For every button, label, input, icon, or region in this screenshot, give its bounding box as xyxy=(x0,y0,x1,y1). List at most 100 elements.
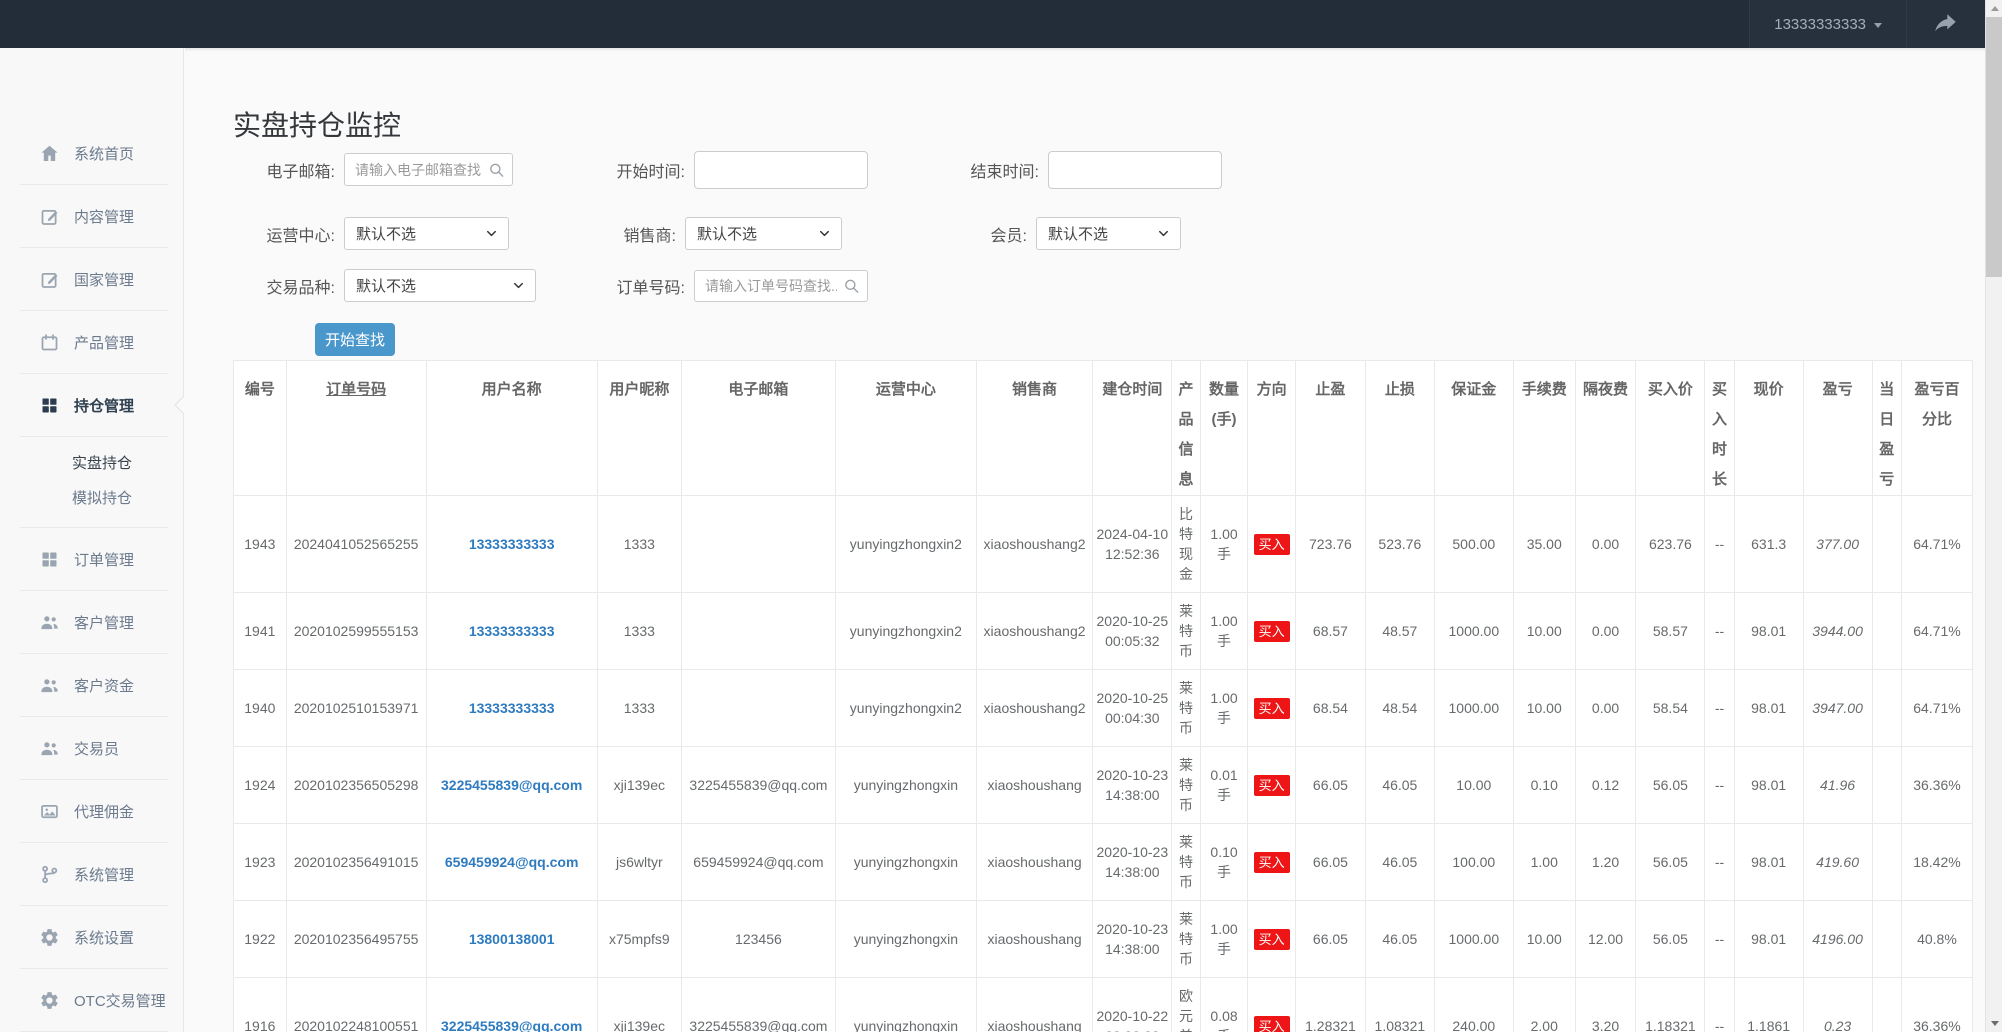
table-cell: 1333 xyxy=(597,670,681,747)
table-cell: 12.00 xyxy=(1575,901,1636,978)
table-cell: 1.00 手 xyxy=(1200,670,1248,747)
table-cell: 1943 xyxy=(234,496,287,593)
table-cell: 64.71% xyxy=(1901,670,1972,747)
sidebar-item-funds[interactable]: 客户资金 xyxy=(20,654,168,717)
table-cell: x75mpfs9 xyxy=(597,901,681,978)
pnl-value: 3947.00 xyxy=(1812,700,1863,716)
table-cell: 1.00 手 xyxy=(1200,593,1248,670)
table-cell: 623.76 xyxy=(1636,496,1705,593)
table-cell: yunyingzhongxin xyxy=(835,978,976,1032)
order-number-label: 订单号码: xyxy=(617,274,685,298)
sidebar-item-commission[interactable]: 代理佣金 xyxy=(20,780,168,843)
table-cell: 莱特币 xyxy=(1172,593,1200,670)
sidebar-item-label: OTC交易管理 xyxy=(74,990,166,1011)
col-header-9: 数量(手) xyxy=(1200,361,1248,496)
sidebar-item-label: 系统首页 xyxy=(74,143,134,164)
sortable-header[interactable]: 订单号码 xyxy=(326,381,386,398)
table-cell xyxy=(681,593,835,670)
user-account-dropdown[interactable]: 13333333333 xyxy=(1749,0,1907,48)
positions-table: 编号订单号码用户名称用户昵称电子邮箱运营中心销售商建仓时间产品信息数量(手)方向… xyxy=(233,360,1973,1032)
table-cell: 比特现金 xyxy=(1172,496,1200,593)
table-cell: 0.00 xyxy=(1575,496,1636,593)
user-link[interactable]: 659459924@qq.com xyxy=(445,854,579,870)
order-number-input[interactable] xyxy=(694,270,868,302)
table-row: 19232020102356491015659459924@qq.comjs6w… xyxy=(234,824,1973,901)
user-link[interactable]: 13333333333 xyxy=(469,700,555,716)
col-header-7: 建仓时间 xyxy=(1093,361,1172,496)
col-header-2: 用户名称 xyxy=(426,361,597,496)
table-cell: 1.00 xyxy=(1513,824,1575,901)
scroll-down-button[interactable] xyxy=(1986,1015,2002,1032)
table-cell: 2020102510153971 xyxy=(286,670,426,747)
member-select[interactable]: 默认不选 xyxy=(1036,217,1181,250)
user-link[interactable]: 13800138001 xyxy=(469,931,555,947)
sidebar-item-label: 产品管理 xyxy=(74,332,134,353)
table-row: 191620201022481005513225455839@qq.comxji… xyxy=(234,978,1973,1032)
scrollbar-thumb[interactable] xyxy=(1986,17,2002,277)
seller-select[interactable]: 默认不选 xyxy=(685,217,842,250)
sidebar-item-otc[interactable]: OTC交易管理 xyxy=(20,969,168,1032)
search-icon xyxy=(843,278,860,295)
table-cell: 1.08321 xyxy=(1365,978,1434,1032)
table-cell: 659459924@qq.com xyxy=(681,824,835,901)
sidebar-item-system[interactable]: 系统管理 xyxy=(20,843,168,906)
sidebar-item-home[interactable]: 系统首页 xyxy=(20,122,168,185)
share-arrow-icon xyxy=(1933,11,1959,37)
scroll-up-button[interactable] xyxy=(1986,0,2002,17)
table-cell: 64.71% xyxy=(1901,593,1972,670)
table-row: 19432024041052565255133333333331333yunyi… xyxy=(234,496,1973,593)
pnl-value: 0.23 xyxy=(1824,1018,1851,1032)
table-cell: 98.01 xyxy=(1734,824,1803,901)
vertical-scrollbar[interactable] xyxy=(1985,0,2002,1032)
sidebar-item-country[interactable]: 国家管理 xyxy=(20,248,168,311)
chevron-down-icon xyxy=(511,278,526,293)
sidebar-item-settings[interactable]: 系统设置 xyxy=(20,906,168,969)
user-link[interactable]: 13333333333 xyxy=(469,623,555,639)
table-cell: 0.10 xyxy=(1513,747,1575,824)
user-link[interactable]: 3225455839@qq.com xyxy=(441,777,582,793)
sidebar-item-customers[interactable]: 客户管理 xyxy=(20,591,168,654)
table-cell: 4196.00 xyxy=(1803,901,1872,978)
grid-icon xyxy=(38,548,60,570)
sidebar-item-label: 系统设置 xyxy=(74,927,134,948)
table-cell: 2020102356505298 xyxy=(286,747,426,824)
search-button[interactable]: 开始查找 xyxy=(315,323,395,356)
table-cell: 723.76 xyxy=(1295,496,1365,593)
col-header-11: 止盈 xyxy=(1295,361,1365,496)
operation-center-select[interactable]: 默认不选 xyxy=(344,217,509,250)
table-cell: 3225455839@qq.com xyxy=(681,978,835,1032)
table-cell: xji139ec xyxy=(597,747,681,824)
table-cell: 2024-04-10 12:52:36 xyxy=(1093,496,1172,593)
sidebar-item-content[interactable]: 内容管理 xyxy=(20,185,168,248)
table-cell: 买入 xyxy=(1248,496,1296,593)
direction-buy-badge: 买入 xyxy=(1254,1016,1290,1032)
start-time-input[interactable] xyxy=(694,151,868,189)
table-cell: 98.01 xyxy=(1734,593,1803,670)
table-cell: yunyingzhongxin2 xyxy=(835,593,976,670)
table-cell: 68.54 xyxy=(1295,670,1365,747)
trade-variety-select[interactable]: 默认不选 xyxy=(344,269,536,302)
table-cell: 2020-10-23 14:38:00 xyxy=(1093,901,1172,978)
sidebar-item-traders[interactable]: 交易员 xyxy=(20,717,168,780)
table-cell: 13333333333 xyxy=(426,496,597,593)
table-row: 19412020102599555153133333333331333yunyi… xyxy=(234,593,1973,670)
trade-variety-label: 交易品种: xyxy=(267,274,335,298)
caret-down-icon xyxy=(1874,23,1882,28)
table-cell: 41.96 xyxy=(1803,747,1872,824)
sidebar-subitem-demo-positions[interactable]: 模拟持仓 xyxy=(20,480,168,515)
logout-share-button[interactable] xyxy=(1907,0,1985,48)
table-cell xyxy=(1872,670,1901,747)
user-phone-label: 13333333333 xyxy=(1774,16,1866,33)
sidebar-item-positions[interactable]: 持仓管理 xyxy=(20,374,168,437)
col-header-1[interactable]: 订单号码 xyxy=(286,361,426,496)
table-cell: yunyingzhongxin xyxy=(835,824,976,901)
sidebar-item-product[interactable]: 产品管理 xyxy=(20,311,168,374)
table-cell: -- xyxy=(1705,747,1734,824)
end-time-input[interactable] xyxy=(1048,151,1222,189)
table-cell: 240.00 xyxy=(1434,978,1513,1032)
sidebar-nav: 系统首页内容管理国家管理产品管理持仓管理实盘持仓模拟持仓订单管理客户管理客户资金… xyxy=(0,122,183,1032)
sidebar-item-orders[interactable]: 订单管理 xyxy=(20,528,168,591)
user-link[interactable]: 3225455839@qq.com xyxy=(441,1018,582,1032)
user-link[interactable]: 13333333333 xyxy=(469,536,555,552)
sidebar-subitem-real-positions[interactable]: 实盘持仓 xyxy=(20,445,168,480)
